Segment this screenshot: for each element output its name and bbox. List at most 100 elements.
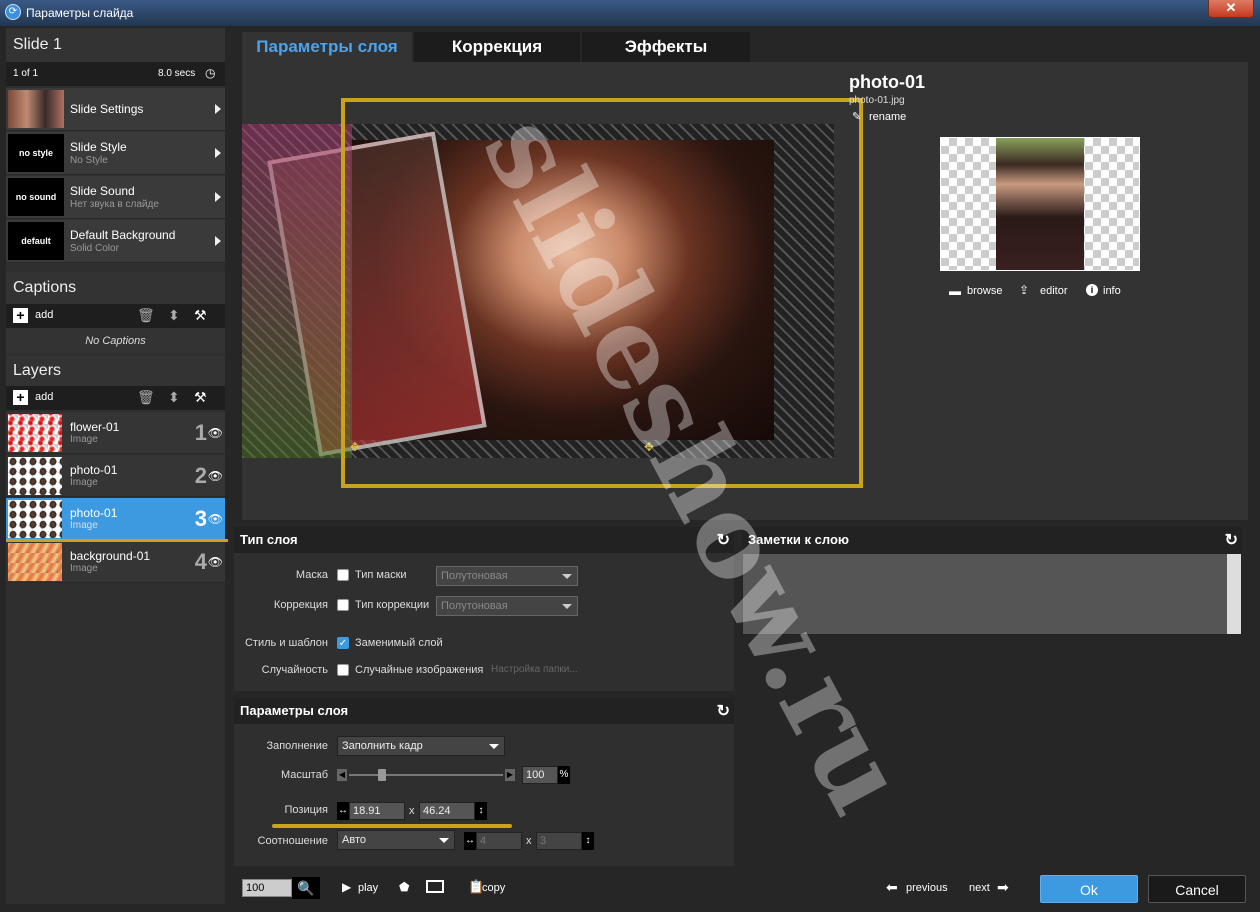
correction-select-value: Полутоновая [441,600,508,612]
window-icon[interactable] [426,880,444,893]
plus-icon[interactable]: + [13,308,28,323]
correction-type-select[interactable]: Полутоновая [436,596,578,616]
layer-row[interactable]: photo-01 Image 2 👁 [6,455,225,497]
sidebar: Slide 1 1 of 1 8.0 secs ◷ Slide Settings… [6,28,225,904]
folder-icon[interactable]: ▬ [949,284,961,298]
ratio-select[interactable]: Авто [337,830,455,850]
row-sub: Solid Color [70,243,119,254]
next-button[interactable]: next [969,882,990,894]
layer-title: photo-01 [849,72,925,92]
pencil-icon[interactable]: ✎ [852,110,861,123]
notes-scrollbar[interactable] [1227,554,1241,634]
play-button[interactable]: play [358,882,378,894]
folder-settings-link[interactable]: Настройка папки... [491,664,578,675]
vertical-arrows-icon[interactable]: ↕ [475,802,487,820]
layers-toolbar: + add 🗑 ⬍ ⚒ [6,386,225,410]
layer-number: 1 [194,420,207,445]
rename-link[interactable]: rename [869,111,906,123]
slider-left-icon[interactable]: ◀ [337,769,347,781]
ratio-height-input[interactable]: 3 [536,832,582,850]
slider-right-icon[interactable]: ▶ [505,769,515,781]
layer-type: Image [70,563,98,574]
zoom-input[interactable]: 100 [242,879,292,897]
slide-sound-row[interactable]: no sound Slide Sound Нет звука в слайде [6,176,225,219]
plus-icon[interactable]: + [13,390,28,405]
ok-button[interactable]: Ok [1040,875,1138,903]
arrow-right-icon[interactable]: ➡ [997,879,1009,896]
replaceable-checkbox[interactable]: ✓ [337,637,349,649]
horizontal-arrows-icon[interactable]: ↔ [464,832,476,850]
vertical-arrows-icon[interactable]: ↕ [582,832,594,850]
row-title: Slide Style [70,140,127,154]
info-icon[interactable]: i [1086,284,1098,296]
copy-button[interactable]: copy [482,882,505,894]
reset-icon[interactable]: ↻ [717,701,730,721]
eye-icon[interactable]: 👁 [208,469,223,483]
chevron-down-icon [489,744,499,749]
mask-label: Маска [295,569,328,581]
tab-effects[interactable]: Эффекты [582,32,750,62]
info-button[interactable]: info [1103,285,1121,297]
layers-add-button[interactable]: add [35,391,53,403]
slide-settings-row[interactable]: Slide Settings [6,88,225,131]
browse-button[interactable]: browse [967,285,1002,297]
scale-input[interactable]: 100 [522,766,558,784]
tools-icon[interactable]: ⚒ [194,389,207,406]
background-layer [242,124,352,458]
chevron-right-icon [215,104,221,114]
previous-button[interactable]: previous [906,882,948,894]
cancel-button[interactable]: Cancel [1148,875,1246,903]
highlight-underline [6,539,228,542]
fill-select[interactable]: Заполнить кадр [337,736,505,756]
mask-checkbox[interactable] [337,569,349,581]
search-icon[interactable]: 🔍 [292,877,320,899]
position-label: Позиция [284,804,329,816]
trash-icon[interactable]: 🗑 [137,389,155,406]
shield-icon[interactable]: ⬟ [399,880,409,894]
correction-check-label: Тип коррекции [355,599,430,611]
reset-icon[interactable]: ↻ [1225,530,1238,550]
arrow-left-icon[interactable]: ⬅ [886,879,898,896]
mask-type-select[interactable]: Полутоновая [436,566,578,586]
position-y-input[interactable]: 46.24 [419,802,475,820]
layer-row[interactable]: background-01 Image 4 👁 [6,541,225,583]
eye-icon[interactable]: 👁 [208,426,223,440]
layer-type: Image [70,434,98,445]
row-sub: No Style [70,155,108,166]
layer-row-selected[interactable]: photo-01 Image 3 👁 [6,498,225,540]
play-icon[interactable]: ▶ [342,880,351,894]
chevron-right-icon [215,148,221,158]
mask-select-value: Полутоновая [441,570,508,582]
close-button[interactable]: ✕ [1208,0,1254,18]
editor-icon[interactable]: ⇪ [1019,283,1029,297]
trash-icon[interactable]: 🗑 [137,307,155,324]
layer-name: photo-01 [70,506,118,520]
position-x-input[interactable]: 18.91 [349,802,405,820]
layer-params-panel: Параметры слоя ↻ Заполнение Заполнить ка… [234,698,734,866]
eye-icon[interactable]: 👁 [208,512,223,526]
sort-arrows-icon[interactable]: ⬍ [168,307,180,324]
sort-arrows-icon[interactable]: ⬍ [168,389,180,406]
tab-correction[interactable]: Коррекция [414,32,580,62]
captions-title: Captions [6,272,225,304]
tools-icon[interactable]: ⚒ [194,307,207,324]
eye-icon[interactable]: 👁 [208,555,223,569]
correction-label: Коррекция [273,599,328,611]
horizontal-arrows-icon[interactable]: ↔ [337,802,349,820]
editor-button[interactable]: editor [1040,285,1068,297]
tab-layer-params[interactable]: Параметры слоя [242,32,412,62]
layer-preview [940,137,1140,271]
slider-thumb[interactable] [378,769,387,781]
slide-thumb [8,90,64,128]
random-checkbox[interactable] [337,664,349,676]
correction-checkbox[interactable] [337,599,349,611]
slide-style-row[interactable]: no style Slide Style No Style [6,132,225,175]
layer-row[interactable]: flower-01 Image 1 👁 [6,412,225,454]
default-background-row[interactable]: default Default Background Solid Color [6,220,225,263]
clock-icon[interactable]: ◷ [205,66,215,80]
captions-add-button[interactable]: add [35,309,53,321]
slide-counter: 1 of 1 [13,68,39,79]
chevron-down-icon [439,838,449,843]
ratio-width-input[interactable]: 4 [476,832,522,850]
scale-slider[interactable]: ◀ ▶ [337,769,515,781]
